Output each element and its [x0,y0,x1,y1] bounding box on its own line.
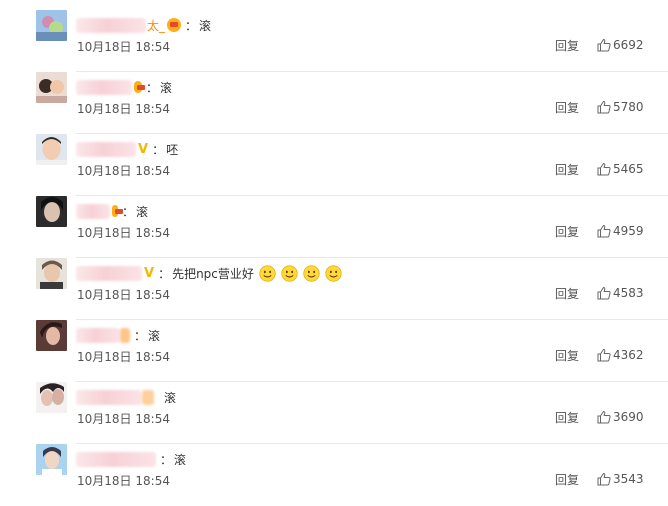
username-blurred-tail[interactable] [142,389,154,405]
comment-text: 先把npc营业好 [172,266,254,281]
comment-text: 滚 [199,18,212,33]
reply-button[interactable]: 回复 [555,99,579,116]
badge-icon [134,81,145,93]
verified-badge-icon: V [138,141,149,157]
smile-emoji-icon [281,264,298,282]
timestamp: 10月18日 18:54 [77,350,170,364]
colon: ： [134,328,147,343]
username-blurred[interactable] [76,141,136,157]
comment-item: ： 滚 10月18日 18:54 回复 3543 [0,444,668,506]
smile-emoji-icon [259,264,276,282]
avatar[interactable] [36,320,67,351]
like-button[interactable]: 4362 [597,348,644,362]
like-button[interactable]: 3543 [597,472,644,486]
thumbs-up-icon [597,38,611,52]
colon: ： [158,266,171,281]
comment-item: V ： 先把npc营业好 10月18日 18:54 回复 4583 [0,258,668,320]
like-count: 5780 [613,100,644,114]
avatar[interactable] [36,258,67,289]
colon: ： [152,142,165,157]
colon: ： [122,204,135,219]
like-button[interactable]: 5780 [597,100,644,114]
timestamp: 10月18日 18:54 [77,40,170,54]
username-blurred[interactable] [76,451,156,467]
username-blurred[interactable] [76,17,146,33]
badge-icon [112,205,123,217]
smile-emoji-icon [325,264,342,282]
avatar[interactable] [36,196,67,227]
colon: ： [160,452,173,467]
username-blurred[interactable] [76,79,132,95]
thumbs-up-icon [597,472,611,486]
comment-item: 滚 10月18日 18:54 回复 3690 [0,382,668,444]
avatar[interactable] [36,72,67,103]
username-blurred[interactable] [76,389,142,405]
thumbs-up-icon [597,410,611,424]
like-count: 4959 [613,224,644,238]
comment-text: 滚 [164,390,177,405]
timestamp: 10月18日 18:54 [77,164,170,178]
thumbs-up-icon [597,286,611,300]
comment-text: 滚 [136,204,149,219]
like-count: 4362 [613,348,644,362]
colon: ： [146,80,159,95]
like-button[interactable]: 5465 [597,162,644,176]
avatar[interactable] [36,134,67,165]
comment-item: 太_ ： 滚 10月18日 18:54 回复 6692 [0,10,668,72]
reply-button[interactable]: 回复 [555,409,579,426]
avatar[interactable] [36,382,67,413]
thumbs-up-icon [597,348,611,362]
like-count: 3543 [613,472,644,486]
like-button[interactable]: 4583 [597,286,644,300]
thumbs-up-icon [597,100,611,114]
reply-button[interactable]: 回复 [555,471,579,488]
verified-badge-icon: V [144,265,155,281]
like-count: 5465 [613,162,644,176]
timestamp: 10月18日 18:54 [77,102,170,116]
comment-item: V ： 呸 10月18日 18:54 回复 5465 [0,134,668,196]
like-count: 4583 [613,286,644,300]
timestamp: 10月18日 18:54 [77,474,170,488]
reply-button[interactable]: 回复 [555,285,579,302]
crown-badge-icon [167,18,182,32]
reply-button[interactable]: 回复 [555,223,579,240]
comment-text: 滚 [148,328,161,343]
username-tail[interactable]: 太_ [147,17,165,34]
reply-button[interactable]: 回复 [555,347,579,364]
avatar[interactable] [36,10,67,41]
reply-button[interactable]: 回复 [555,161,579,178]
comment-item: ： 滚 10月18日 18:54 回复 4959 [0,196,668,258]
timestamp: 10月18日 18:54 [77,288,170,302]
timestamp: 10月18日 18:54 [77,226,170,240]
like-count: 3690 [613,410,644,424]
comment-text: 滚 [160,80,173,95]
thumbs-up-icon [597,162,611,176]
like-button[interactable]: 6692 [597,38,644,52]
comment-text: 滚 [174,452,187,467]
username-blurred[interactable] [76,203,110,219]
comment-text: 呸 [166,142,179,157]
timestamp: 10月18日 18:54 [77,412,170,426]
thumbs-up-icon [597,224,611,238]
like-button[interactable]: 4959 [597,224,644,238]
comment-item: ： 滚 10月18日 18:54 回复 5780 [0,72,668,134]
comment-item: ： 滚 10月18日 18:54 回复 4362 [0,320,668,382]
like-count: 6692 [613,38,644,52]
username-blurred[interactable] [76,265,142,281]
like-button[interactable]: 3690 [597,410,644,424]
smile-emoji-icon [303,264,320,282]
username-blurred-tail[interactable] [120,327,130,343]
username-blurred[interactable] [76,327,120,343]
avatar[interactable] [36,444,67,475]
colon: ： [185,18,198,33]
reply-button[interactable]: 回复 [555,37,579,54]
